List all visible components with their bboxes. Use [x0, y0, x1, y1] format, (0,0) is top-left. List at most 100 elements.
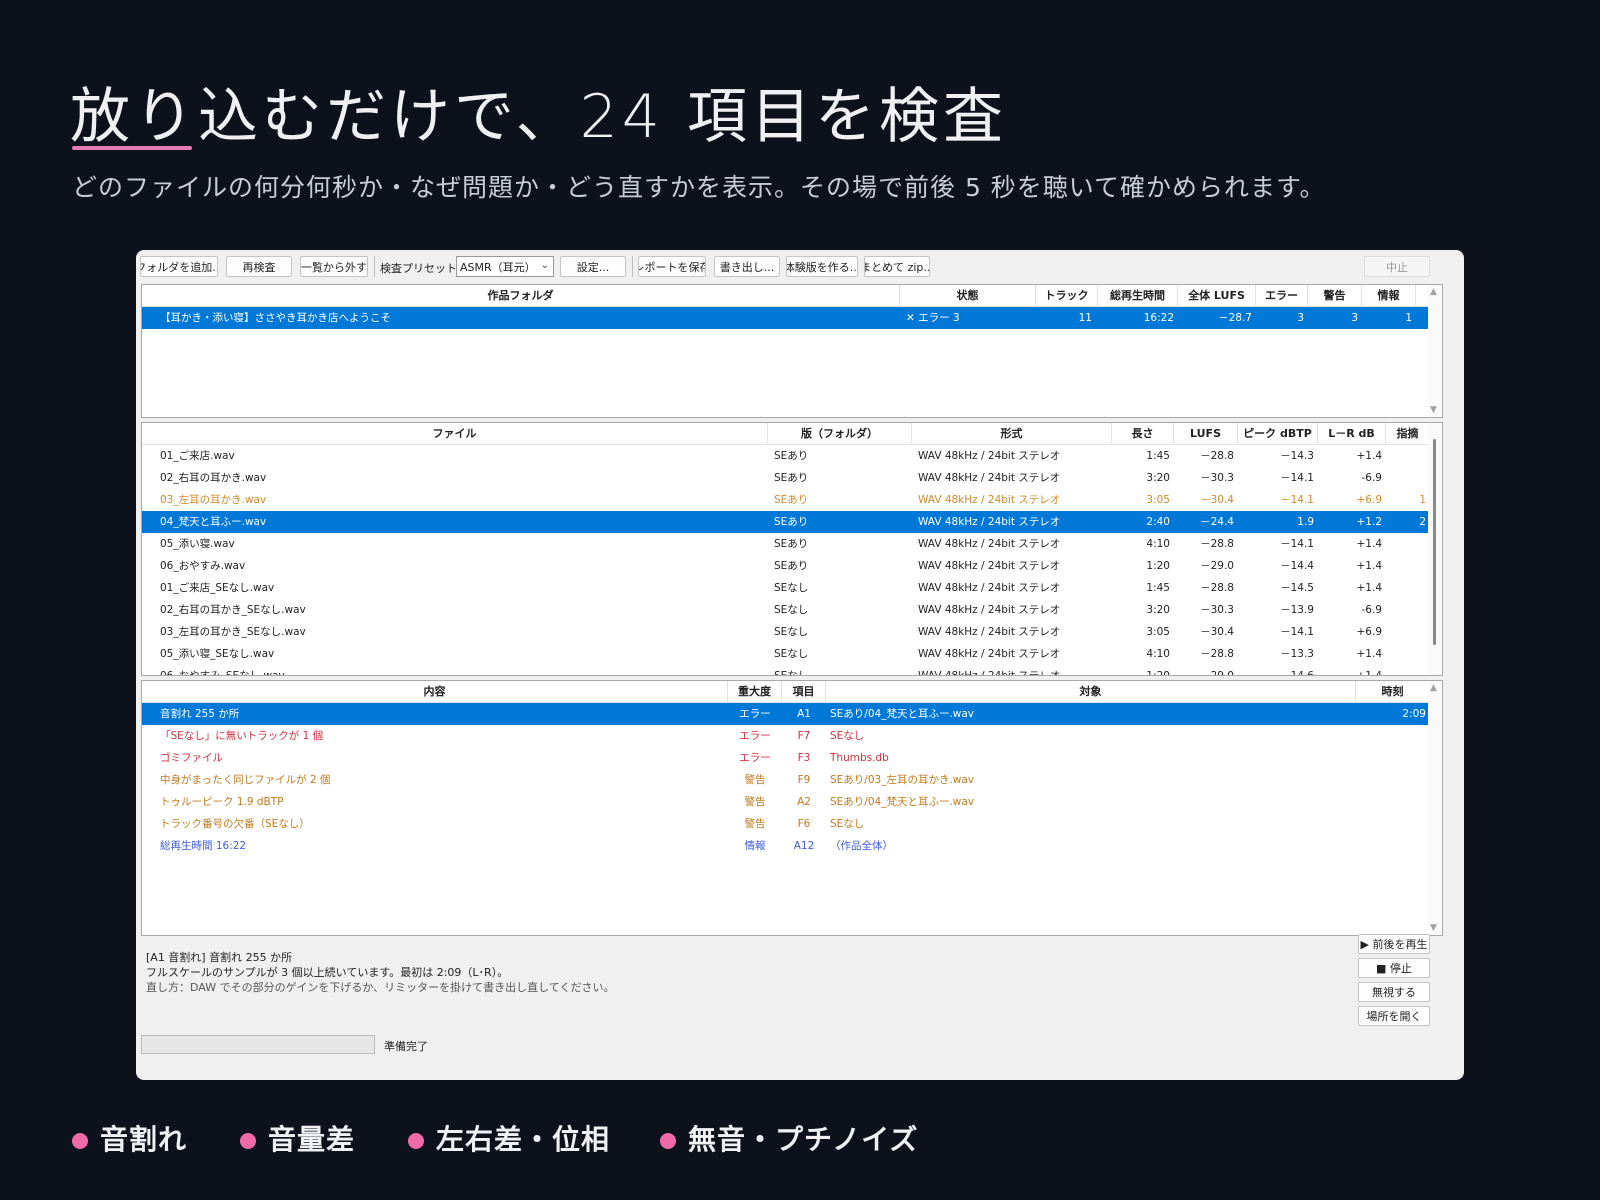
- file-format: WAV 48kHz / 24bit ステレオ: [918, 450, 1061, 462]
- col-header[interactable]: ピーク dBTP: [1238, 423, 1318, 445]
- col-header[interactable]: 全体 LUFS: [1178, 285, 1256, 307]
- file-lr: +1.4: [1356, 560, 1383, 572]
- file-row[interactable]: 06_おやすみ.wav SEあり WAV 48kHz / 24bit ステレオ 1:2…: [142, 555, 1442, 577]
- col-header[interactable]: 重大度: [728, 681, 782, 703]
- play-around-button[interactable]: ▶ 前後を再生: [1358, 934, 1430, 954]
- issue-list[interactable]: 内容 重大度 項目 対象 時刻 音割れ 255 か所 エラー A1 SEあり/04_梵…: [141, 680, 1443, 936]
- folder-duration: 16:22: [1143, 312, 1174, 324]
- file-row[interactable]: 02_右耳の耳かき.wav SEあり WAV 48kHz / 24bit ステレオ 3…: [142, 467, 1442, 489]
- col-header[interactable]: ファイル: [142, 423, 768, 445]
- file-row[interactable]: 02_右耳の耳かき_SEなし.wav SEなし WAV 48kHz / 24bit …: [142, 599, 1442, 621]
- file-row[interactable]: 05_添い寝.wav SEあり WAV 48kHz / 24bit ステレオ 4:10…: [142, 533, 1442, 555]
- stop-button[interactable]: ■ 停止: [1358, 958, 1430, 978]
- file-notes: [1386, 533, 1426, 555]
- folder-row[interactable]: 【耳かき・添い寝】ささやき耳かき店へようこそ ✕ エラー 3 11 16:22 …: [142, 307, 1442, 329]
- col-header[interactable]: 警告: [1308, 285, 1362, 307]
- headline-accent-rule: [72, 146, 192, 150]
- issue-row[interactable]: 「SEなし」に無いトラックが 1 個 エラー F7 SEなし: [142, 725, 1442, 747]
- col-header[interactable]: 情報: [1362, 285, 1416, 307]
- ignore-button[interactable]: 無視する: [1358, 982, 1430, 1002]
- file-notes: [1386, 467, 1426, 489]
- file-format: WAV 48kHz / 24bit ステレオ: [918, 604, 1061, 616]
- issue-row[interactable]: トゥルーピーク 1.9 dBTP 警告 A2 SEあり/04_梵天と耳ふー.wav: [142, 791, 1442, 813]
- issue-row[interactable]: 中身がまったく同じファイルが 2 個 警告 F9 SEあり/03_左耳の耳かき.wav: [142, 769, 1442, 791]
- file-lr: -6.9: [1361, 472, 1383, 484]
- file-format: WAV 48kHz / 24bit ステレオ: [918, 626, 1061, 638]
- scroll-thumb[interactable]: [1433, 439, 1436, 645]
- col-header[interactable]: 作品フォルダ: [142, 285, 900, 307]
- issue-list-scrollbar[interactable]: ▲ ▼: [1428, 681, 1442, 935]
- col-header[interactable]: 総再生時間: [1098, 285, 1178, 307]
- zip-button[interactable]: まとめて zip...: [864, 256, 930, 277]
- issue-row[interactable]: 音割れ 255 か所 エラー A1 SEあり/04_梵天と耳ふー.wav 2:09: [142, 703, 1442, 725]
- file-list-header: ファイル 版（フォルダ） 形式 長さ LUFS ピーク dBTP L－R dB …: [142, 423, 1442, 445]
- col-header[interactable]: L－R dB: [1318, 423, 1386, 445]
- col-header[interactable]: 長さ: [1112, 423, 1174, 445]
- file-row[interactable]: 04_梵天と耳ふー.wav SEあり WAV 48kHz / 24bit ステレオ 2…: [142, 511, 1442, 533]
- issue-content: 「SEなし」に無いトラックが 1 個: [160, 730, 324, 742]
- export-button[interactable]: 書き出し...: [714, 256, 780, 277]
- issue-row[interactable]: ゴミファイル エラー F3 Thumbs.db: [142, 747, 1442, 769]
- col-header[interactable]: 状態: [900, 285, 1036, 307]
- file-notes: [1386, 577, 1426, 599]
- issue-row[interactable]: 総再生時間 16:22 情報 A12 （作品全体）: [142, 835, 1442, 857]
- col-header[interactable]: 形式: [912, 423, 1112, 445]
- col-header[interactable]: 項目: [782, 681, 826, 703]
- col-header[interactable]: 時刻: [1356, 681, 1430, 703]
- file-row[interactable]: 01_ご来店.wav SEあり WAV 48kHz / 24bit ステレオ 1:45…: [142, 445, 1442, 467]
- file-lr: +1.4: [1356, 450, 1383, 462]
- scroll-up-icon[interactable]: ▲: [1430, 683, 1437, 693]
- col-header[interactable]: 対象: [826, 681, 1356, 703]
- preset-select[interactable]: ASMR（耳元） ⌄: [456, 256, 554, 277]
- file-format: WAV 48kHz / 24bit ステレオ: [918, 538, 1061, 550]
- file-row[interactable]: 05_添い寝_SEなし.wav SEなし WAV 48kHz / 24bit ステレ…: [142, 643, 1442, 665]
- file-notes: [1386, 621, 1426, 643]
- scroll-down-icon[interactable]: ▼: [1430, 923, 1437, 933]
- issue-severity: エラー: [739, 752, 771, 764]
- file-name: 05_添い寝_SEなし.wav: [160, 648, 275, 660]
- file-row[interactable]: 01_ご来店_SEなし.wav SEなし WAV 48kHz / 24bit ステレ…: [142, 577, 1442, 599]
- open-location-button[interactable]: 場所を開く: [1358, 1006, 1430, 1026]
- remove-from-list-button[interactable]: 一覧から外す: [300, 256, 368, 277]
- scroll-up-icon[interactable]: ▲: [1430, 287, 1437, 297]
- file-notes: 1: [1419, 494, 1426, 506]
- app-window: フォルダを追加... 再検査 一覧から外す 検査プリセット ASMR（耳元） ⌄…: [136, 250, 1464, 1080]
- recheck-button[interactable]: 再検査: [226, 256, 292, 277]
- col-header[interactable]: LUFS: [1174, 423, 1238, 445]
- make-trial-button[interactable]: 体験版を作る...: [786, 256, 858, 277]
- folder-lufs: －28.7: [1218, 312, 1252, 324]
- col-header[interactable]: 内容: [142, 681, 728, 703]
- check-item: 左右差・位相: [408, 1118, 610, 1158]
- file-format: WAV 48kHz / 24bit ステレオ: [918, 516, 1061, 528]
- toolbar: フォルダを追加... 再検査 一覧から外す 検査プリセット ASMR（耳元） ⌄…: [136, 250, 1464, 280]
- file-row[interactable]: 03_左耳の耳かき.wav SEあり WAV 48kHz / 24bit ステレオ 3…: [142, 489, 1442, 511]
- col-header[interactable]: 指摘: [1386, 423, 1430, 445]
- issue-row[interactable]: トラック番号の欠番（SEなし） 警告 F6 SEなし: [142, 813, 1442, 835]
- col-header[interactable]: 版（フォルダ）: [768, 423, 912, 445]
- file-version: SEなし: [774, 582, 809, 594]
- file-version: SEあり: [774, 538, 809, 550]
- file-row[interactable]: 03_左耳の耳かき_SEなし.wav SEなし WAV 48kHz / 24bit …: [142, 621, 1442, 643]
- col-header[interactable]: エラー: [1256, 285, 1308, 307]
- col-header[interactable]: トラック: [1036, 285, 1098, 307]
- file-row[interactable]: 06_おやすみ_SEなし.wav SEなし WAV 48kHz / 24bit ステ…: [142, 665, 1442, 675]
- file-list-scrollbar[interactable]: [1428, 423, 1442, 675]
- settings-button[interactable]: 設定...: [560, 256, 626, 277]
- folder-list[interactable]: 作品フォルダ 状態 トラック 総再生時間 全体 LUFS エラー 警告 情報 【…: [141, 284, 1443, 418]
- toolbar-separator: [374, 256, 375, 277]
- scroll-down-icon[interactable]: ▼: [1430, 405, 1437, 415]
- check-label: 音割れ: [100, 1123, 188, 1156]
- abort-button[interactable]: 中止: [1364, 256, 1430, 277]
- file-version: SEなし: [774, 626, 809, 638]
- slide-subline: どのファイルの何分何秒か・なぜ問題か・どう直すかを表示。その場で前後 5 秒を聴…: [72, 173, 1326, 202]
- save-report-button[interactable]: レポートを保存: [638, 256, 706, 277]
- file-name: 04_梵天と耳ふー.wav: [160, 516, 267, 528]
- file-lr: +6.9: [1356, 494, 1383, 506]
- issue-target: Thumbs.db: [830, 752, 889, 764]
- file-notes: [1386, 599, 1426, 621]
- add-folder-button[interactable]: フォルダを追加...: [140, 256, 218, 277]
- folder-list-scrollbar[interactable]: ▲ ▼: [1428, 285, 1442, 417]
- file-length: 3:05: [1146, 494, 1170, 506]
- issue-target: SEあり/03_左耳の耳かき.wav: [830, 774, 975, 786]
- file-list[interactable]: ファイル 版（フォルダ） 形式 長さ LUFS ピーク dBTP L－R dB …: [141, 422, 1443, 676]
